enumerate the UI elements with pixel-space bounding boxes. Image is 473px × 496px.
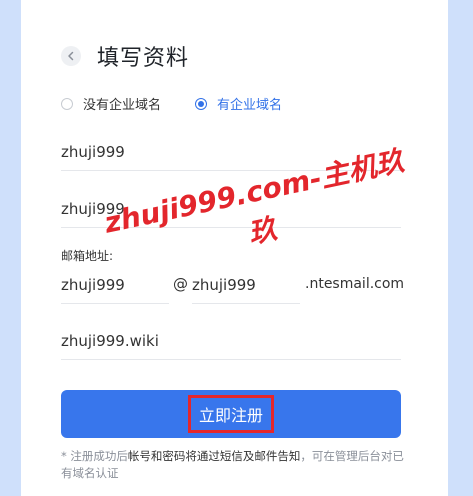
email-domain-input[interactable] [192,275,300,294]
register-card: 填写资料 没有企业域名 有企业域名 邮箱地址: @ .ntesmail.com … [21,0,448,496]
field-2-input[interactable] [61,199,401,218]
radio-label: 没有企业域名 [83,98,162,113]
field-1 [61,133,401,171]
register-note: * 注册成功后帐号和密码将通过短信及邮件告知，可在管理后台对已有域名认证 [61,448,406,482]
field-1-input[interactable] [61,142,401,161]
email-suffix: .ntesmail.com [305,276,405,292]
chevron-left-icon [68,51,74,61]
domain-option-group: 没有企业域名 有企业域名 [61,94,282,113]
field-2 [61,190,401,228]
radio-circle-icon [61,97,73,110]
note-prefix: * 注册成功后 [61,449,128,463]
domain-field [61,322,401,360]
radio-has-domain[interactable]: 有企业域名 [195,94,282,113]
email-user-input[interactable] [61,275,169,294]
email-at-sign: @ [173,275,188,293]
back-button[interactable] [61,46,81,66]
radio-circle-checked-icon [195,97,208,110]
email-row: @ .ntesmail.com [61,266,421,304]
header: 填写资料 [61,42,190,71]
email-domain-field [192,266,300,304]
email-label: 邮箱地址: [61,249,114,263]
radio-no-domain[interactable]: 没有企业域名 [61,94,161,113]
note-highlight: 帐号和密码将通过短信及邮件告知 [127,449,301,463]
domain-input[interactable] [61,331,401,350]
register-button-label: 立即注册 [187,395,275,433]
radio-label: 有企业域名 [217,98,283,113]
email-user-field [61,266,169,304]
register-button[interactable]: 立即注册 [61,390,401,438]
page-title: 填写资料 [97,46,190,71]
